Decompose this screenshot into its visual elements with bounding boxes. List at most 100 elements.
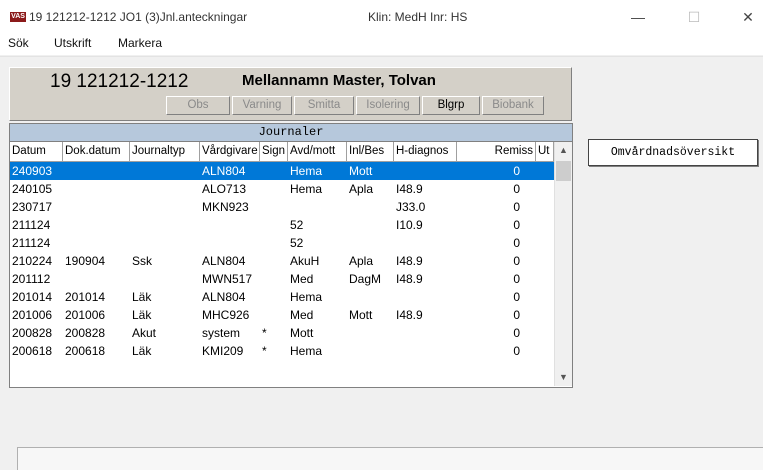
smitta-button[interactable]: Smitta xyxy=(294,96,354,115)
table-row[interactable]: 211124 52 I10.9 0 xyxy=(10,216,554,234)
scroll-down-icon[interactable]: ▼ xyxy=(555,369,572,386)
table-cell xyxy=(536,216,554,234)
biobank-button[interactable]: Biobank xyxy=(482,96,544,115)
table-cell: Hema xyxy=(290,344,323,358)
menu-separator xyxy=(0,56,763,57)
table-cell xyxy=(130,198,200,216)
table-cell xyxy=(200,234,260,252)
table-cell xyxy=(536,198,554,216)
column-header[interactable]: Vårdgivare xyxy=(200,142,260,161)
table-cell: 0 xyxy=(513,218,520,232)
table-cell: Akut xyxy=(132,326,157,340)
table-row[interactable]: 201112 MWN517 Med DagM I48.9 0 xyxy=(10,270,554,288)
table-cell: Hema xyxy=(290,182,323,196)
column-header[interactable]: Sign xyxy=(260,142,288,161)
table-cell: 211124 xyxy=(12,236,51,250)
table-cell xyxy=(347,234,394,252)
table-row[interactable]: 210224 190904 Ssk ALN804 AkuH Apla I48.9 0 xyxy=(10,252,554,270)
table-cell xyxy=(260,198,288,216)
close-button[interactable]: ✕ xyxy=(738,8,758,26)
window-title: 19 121212-1212 JO1 (3)Jnl.anteckningar xyxy=(29,10,248,24)
table-cell xyxy=(130,270,200,288)
table-cell xyxy=(63,234,130,252)
table-cell xyxy=(347,198,394,216)
journal-list: Journaler Datum Dok.datum Journaltyp Vårdgi… xyxy=(9,123,573,388)
table-cell: KMI209 xyxy=(202,344,244,358)
table-row[interactable]: 240105 ALO713 Hema Apla I48.9 0 xyxy=(10,180,554,198)
maximize-button[interactable]: ☐ xyxy=(684,8,704,26)
table-row[interactable]: 240903 ALN804 Hema Mott 0 xyxy=(10,162,554,180)
table-cell: 0 xyxy=(513,236,520,250)
table-cell: 190904 xyxy=(65,254,106,268)
menu-markera[interactable]: Markera xyxy=(118,36,162,50)
scroll-thumb[interactable] xyxy=(556,161,571,181)
table-cell xyxy=(260,180,288,198)
table-cell xyxy=(63,198,130,216)
table-cell: Med xyxy=(290,272,314,286)
column-header[interactable]: Inl/Bes xyxy=(347,142,394,161)
table-cell: Läk xyxy=(132,344,152,358)
table-cell: 200828 xyxy=(12,326,53,340)
table-cell: 201006 xyxy=(65,308,106,322)
table-cell: 0 xyxy=(513,290,520,304)
table-row[interactable]: 200828 200828 Akut system * Mott 0 xyxy=(10,324,554,342)
table-cell xyxy=(260,288,288,306)
table-cell: Med xyxy=(290,308,314,322)
column-header[interactable]: Avd/mott xyxy=(288,142,347,161)
table-cell xyxy=(130,180,200,198)
table-cell: Läk xyxy=(132,290,152,304)
table-cell: * xyxy=(262,344,267,358)
table-cell xyxy=(394,342,457,360)
table-cell: MWN517 xyxy=(202,272,253,286)
patient-id: 19 121212-1212 xyxy=(50,71,189,92)
table-cell xyxy=(63,162,130,180)
table-cell xyxy=(394,234,457,252)
table-cell: DagM xyxy=(349,272,382,286)
menu-utskrift[interactable]: Utskrift xyxy=(54,36,91,50)
table-row[interactable]: 201014 201014 Läk ALN804 Hema 0 xyxy=(10,288,554,306)
column-header[interactable]: Remiss xyxy=(457,142,536,161)
varning-button[interactable]: Varning xyxy=(232,96,292,115)
scroll-up-icon[interactable]: ▲ xyxy=(555,142,572,159)
obs-button[interactable]: Obs xyxy=(166,96,230,115)
table-cell xyxy=(536,234,554,252)
table-cell xyxy=(394,162,457,180)
journal-header: Datum Dok.datum Journaltyp Vårdgivare Sign Av… xyxy=(10,142,554,162)
blgrp-button[interactable]: Blgrp xyxy=(422,96,480,115)
table-cell xyxy=(536,270,554,288)
table-cell: 0 xyxy=(513,200,520,214)
table-cell xyxy=(63,180,130,198)
table-cell xyxy=(394,288,457,306)
table-cell: Mott xyxy=(290,326,314,340)
column-header[interactable]: Datum xyxy=(10,142,63,161)
status-panel xyxy=(17,447,763,470)
table-cell xyxy=(536,162,554,180)
table-cell xyxy=(260,216,288,234)
menu-sok[interactable]: Sök xyxy=(8,36,29,50)
menu-bar: Sök Utskrift Markera xyxy=(0,33,763,55)
table-cell: 200618 xyxy=(12,344,53,358)
table-cell: I48.9 xyxy=(396,308,423,322)
isolering-button[interactable]: Isolering xyxy=(356,96,420,115)
table-row[interactable]: 211124 52 0 xyxy=(10,234,554,252)
table-cell xyxy=(536,342,554,360)
table-cell xyxy=(536,324,554,342)
journal-scrollbar[interactable]: ▲ ▼ xyxy=(554,142,572,386)
table-cell xyxy=(536,180,554,198)
journal-title: Journaler xyxy=(10,124,572,142)
table-cell: Apla xyxy=(349,254,374,268)
table-cell: MKN923 xyxy=(202,200,249,214)
table-row[interactable]: 201006 201006 Läk MHC926 Med Mott I48.9 0 xyxy=(10,306,554,324)
omvardnadsoversikt-button[interactable]: Omvårdnadsöversikt xyxy=(588,139,758,166)
column-header[interactable]: Journaltyp xyxy=(130,142,200,161)
table-cell: 0 xyxy=(513,164,520,178)
table-row[interactable]: 230717 MKN923 J33.0 0 xyxy=(10,198,554,216)
column-header[interactable]: H-diagnos xyxy=(394,142,457,161)
table-cell xyxy=(347,216,394,234)
minimize-button[interactable]: — xyxy=(628,8,648,26)
column-header[interactable]: Dok.datum xyxy=(63,142,130,161)
table-row[interactable]: 200618 200618 Läk KMI209 * Hema 0 xyxy=(10,342,554,360)
table-cell: 201014 xyxy=(12,290,53,304)
column-header[interactable]: Ut xyxy=(536,142,554,161)
table-cell: AkuH xyxy=(290,254,320,268)
